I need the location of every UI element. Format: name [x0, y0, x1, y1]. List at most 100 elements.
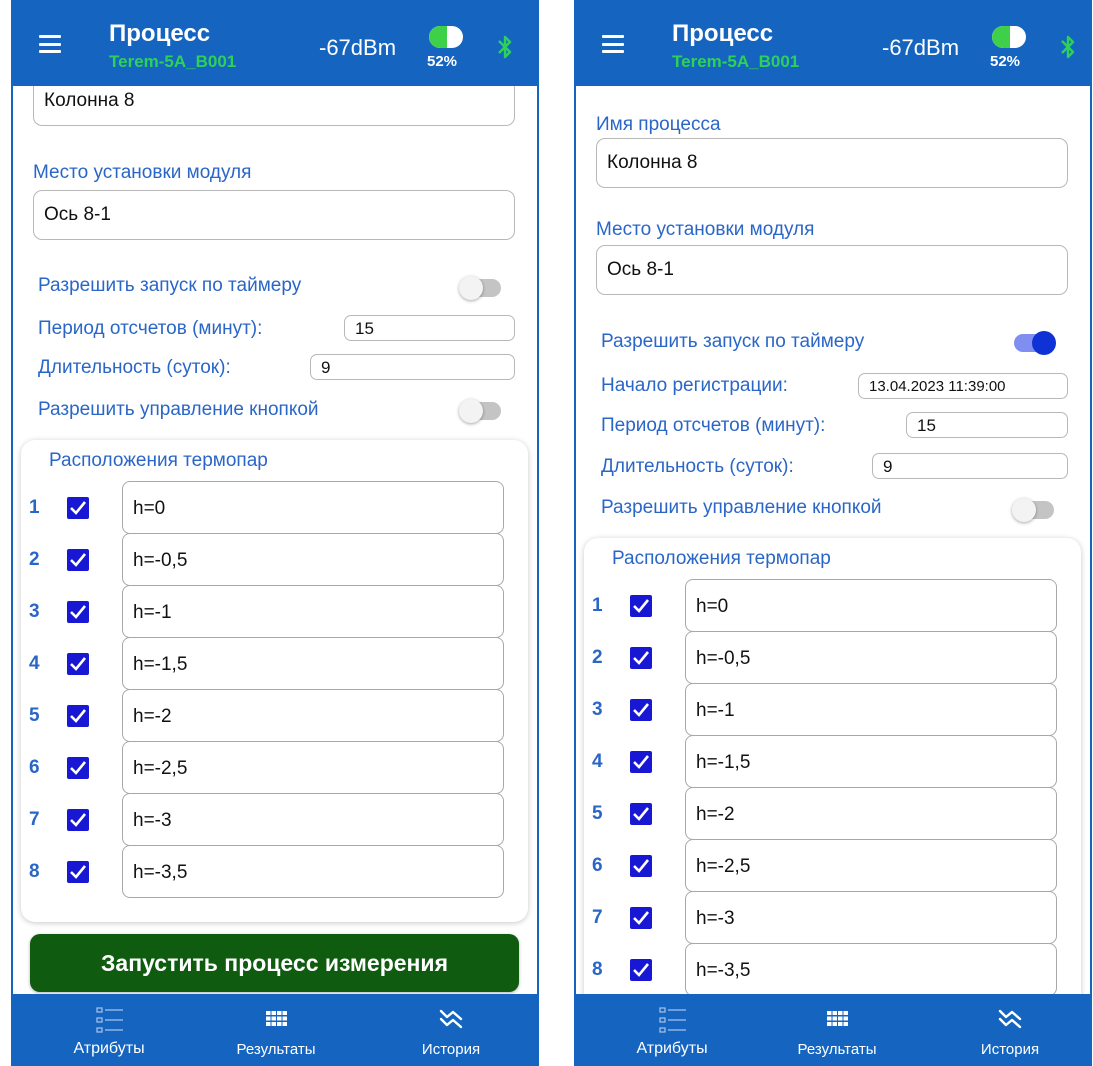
thermocouple-number: 1 [592, 595, 603, 616]
duration-input[interactable]: 9 [310, 354, 515, 380]
duration-label: Длительность (суток): [601, 456, 794, 477]
hamburger-icon[interactable] [602, 35, 624, 53]
checkbox-check-icon [633, 963, 650, 977]
thermocouple-checkbox[interactable] [67, 705, 89, 727]
battery-percent: 52% [427, 53, 458, 70]
thermocouple-position-input[interactable]: h=-2,5 [122, 741, 504, 794]
checkbox-check-icon [70, 813, 87, 827]
thermocouple-checkbox[interactable] [630, 699, 652, 721]
location-input[interactable]: Ось 8-1 [33, 190, 515, 240]
timer-toggle[interactable] [1014, 331, 1056, 355]
thermocouple-row: 1 h=0 [584, 579, 1081, 632]
period-input[interactable]: 15 [344, 315, 515, 341]
button-control-label: Разрешить управление кнопкой [38, 399, 319, 420]
thermocouple-checkbox[interactable] [630, 803, 652, 825]
thermocouple-position-input[interactable]: h=0 [685, 579, 1057, 632]
thermocouple-checkbox[interactable] [67, 757, 89, 779]
thermocouple-position-input[interactable]: h=-1,5 [122, 637, 504, 690]
checkbox-check-icon [70, 761, 87, 775]
thermocouple-checkbox[interactable] [67, 549, 89, 571]
thermocouples-title: Расположения термопар [612, 548, 831, 569]
location-input[interactable]: Ось 8-1 [596, 245, 1068, 295]
thermocouple-checkbox[interactable] [630, 959, 652, 981]
battery-level [992, 26, 1010, 48]
thermocouple-position-input[interactable]: h=-2,5 [685, 839, 1057, 892]
start-measurement-button[interactable]: Запустить процесс измерения [30, 934, 519, 992]
thermocouple-row: 4 h=-1,5 [584, 735, 1081, 788]
timer-label: Разрешить запуск по таймеру [38, 275, 302, 296]
nav-history-label: История [980, 1041, 1040, 1058]
thermocouple-position-input[interactable]: h=-3,5 [685, 943, 1057, 994]
start-registration-input[interactable]: 13.04.2023 11:39:00 [858, 373, 1068, 399]
thermocouple-row: 3 h=-1 [584, 683, 1081, 736]
thermocouple-position-input[interactable]: h=-2 [122, 689, 504, 742]
hamburger-icon[interactable] [39, 35, 61, 53]
thermocouple-position-input[interactable]: h=-1 [122, 585, 504, 638]
thermocouple-checkbox[interactable] [630, 647, 652, 669]
thermocouple-checkbox[interactable] [630, 855, 652, 877]
thermocouple-number: 1 [29, 497, 40, 518]
thermocouple-checkbox[interactable] [67, 809, 89, 831]
nav-results-label: Результаты [797, 1041, 877, 1058]
thermocouple-checkbox[interactable] [630, 907, 652, 929]
thermocouple-row: 3 h=-1 [21, 585, 528, 638]
thermocouple-position-input[interactable]: h=-3 [122, 793, 504, 846]
thermocouple-position-input[interactable]: h=-2 [685, 787, 1057, 840]
thermocouple-row: 2 h=-0,5 [584, 631, 1081, 684]
thermocouple-position-input[interactable]: h=-1,5 [685, 735, 1057, 788]
thermocouple-number: 7 [592, 907, 603, 928]
thermocouple-position-input[interactable]: h=-0,5 [122, 533, 504, 586]
nav-history[interactable]: История [381, 994, 521, 1066]
thermocouple-number: 5 [592, 803, 603, 824]
thermocouple-number: 7 [29, 809, 40, 830]
process-name-input[interactable]: Колонна 8 [33, 86, 515, 126]
thermocouple-checkbox[interactable] [67, 497, 89, 519]
thermocouple-position-input[interactable]: h=-3 [685, 891, 1057, 944]
nav-results[interactable]: Результаты [767, 994, 907, 1066]
signal-strength: -67dBm [319, 35, 397, 60]
thermocouple-number: 8 [29, 861, 40, 882]
bluetooth-icon[interactable] [1060, 34, 1076, 60]
nav-history[interactable]: История [940, 994, 1080, 1066]
location-label: Место установки модуля [33, 162, 252, 183]
grid-icon [827, 1011, 848, 1026]
thermocouple-checkbox[interactable] [67, 861, 89, 883]
thermocouple-position-input[interactable]: h=-0,5 [685, 631, 1057, 684]
thermocouple-row: 7 h=-3 [584, 891, 1081, 944]
period-input[interactable]: 15 [906, 412, 1068, 438]
checkbox-check-icon [70, 553, 87, 567]
nav-attributes[interactable]: Атрибуты [39, 994, 179, 1066]
thermocouple-number: 4 [592, 751, 603, 772]
duration-input[interactable]: 9 [872, 453, 1068, 479]
duration-label: Длительность (суток): [38, 357, 231, 378]
thermocouple-checkbox[interactable] [630, 595, 652, 617]
thermocouple-number: 4 [29, 653, 40, 674]
device-name: Terem-5A_B001 [672, 52, 800, 71]
button-control-toggle[interactable] [1012, 498, 1054, 522]
button-control-toggle[interactable] [459, 399, 501, 423]
process-name-input[interactable]: Колонна 8 [596, 138, 1068, 188]
signal-strength: -67dBm [882, 35, 960, 60]
thermocouple-number: 3 [592, 699, 603, 720]
thermocouple-position-input[interactable]: h=-3,5 [122, 845, 504, 898]
bluetooth-icon[interactable] [497, 34, 513, 60]
process-name-label: Имя процесса [596, 114, 721, 135]
thermocouples-card: Расположения термопар 1 h=0 2 h=-0,5 3 h=-1 4 h… [21, 440, 528, 922]
nav-results[interactable]: Результаты [206, 994, 346, 1066]
thermocouple-checkbox[interactable] [67, 601, 89, 623]
thermocouple-number: 3 [29, 601, 40, 622]
thermocouple-position-input[interactable]: h=-1 [685, 683, 1057, 736]
thermocouple-number: 2 [29, 549, 40, 570]
list-icon [96, 1007, 123, 1033]
nav-attributes[interactable]: Атрибуты [602, 994, 742, 1066]
battery-icon [992, 26, 1026, 48]
thermocouple-number: 8 [592, 959, 603, 980]
thermocouple-position-input[interactable]: h=0 [122, 481, 504, 534]
thermocouple-checkbox[interactable] [67, 653, 89, 675]
checkbox-check-icon [633, 807, 650, 821]
thermocouple-checkbox[interactable] [630, 751, 652, 773]
timer-toggle[interactable] [459, 276, 501, 300]
thermocouple-row: 1 h=0 [21, 481, 528, 534]
start-registration-label: Начало регистрации: [601, 375, 788, 396]
checkbox-check-icon [633, 599, 650, 613]
